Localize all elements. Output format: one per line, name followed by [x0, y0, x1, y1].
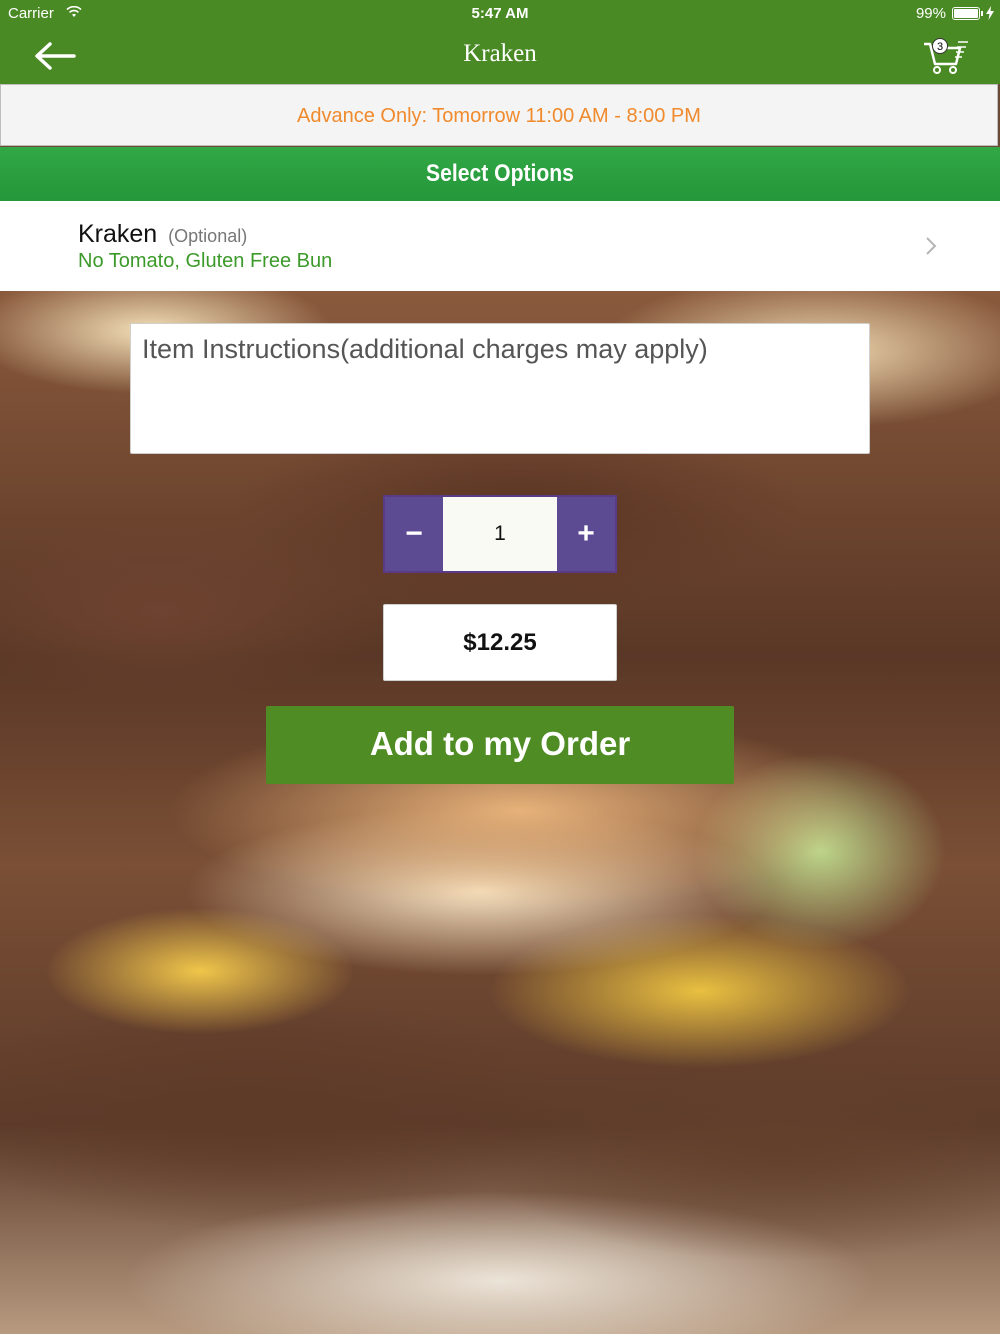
quantity-stepper: − 1 +: [383, 495, 617, 573]
battery-percent: 99%: [915, 5, 946, 22]
price-value: $12.25: [463, 629, 537, 656]
cart-count-badge: 3: [932, 38, 948, 54]
navigation-bar: Kraken 3: [0, 28, 1000, 84]
chevron-right-icon: [926, 237, 937, 255]
option-group-row[interactable]: Kraken (Optional) No Tomato, Gluten Free…: [0, 201, 1000, 291]
quantity-value[interactable]: 1: [443, 497, 557, 571]
select-options-header: Select Options: [0, 147, 1000, 201]
status-bar: Carrier 5:47 AM 99%: [0, 0, 1000, 28]
increase-quantity-button[interactable]: +: [557, 497, 615, 571]
item-instructions-input[interactable]: [131, 324, 869, 453]
selected-options-text: No Tomato, Gluten Free Bun: [78, 250, 333, 272]
section-title: Select Options: [426, 160, 574, 187]
add-to-order-button[interactable]: Add to my Order: [266, 706, 734, 784]
ordering-hours-banner: Advance Only: Tomorrow 11:00 AM - 8:00 P…: [0, 84, 998, 146]
price-display: $12.25: [383, 604, 617, 681]
cart-button[interactable]: 3: [922, 36, 970, 76]
arrow-left-icon: [35, 42, 76, 70]
battery-tip: [981, 11, 983, 16]
optional-label: (Optional): [168, 226, 248, 246]
option-group-name: Kraken: [78, 220, 158, 248]
ordering-hours-text: Advance Only: Tomorrow 11:00 AM - 8:00 P…: [297, 105, 701, 127]
battery-icon: [952, 7, 980, 20]
item-instructions-field: [130, 323, 870, 454]
page-title: Kraken: [463, 40, 537, 67]
clock-label: 5:47 AM: [471, 5, 529, 22]
charging-icon: [986, 6, 994, 20]
option-group-title: Kraken (Optional): [78, 220, 247, 249]
decrease-quantity-button[interactable]: −: [385, 497, 443, 571]
back-button[interactable]: [30, 38, 80, 74]
